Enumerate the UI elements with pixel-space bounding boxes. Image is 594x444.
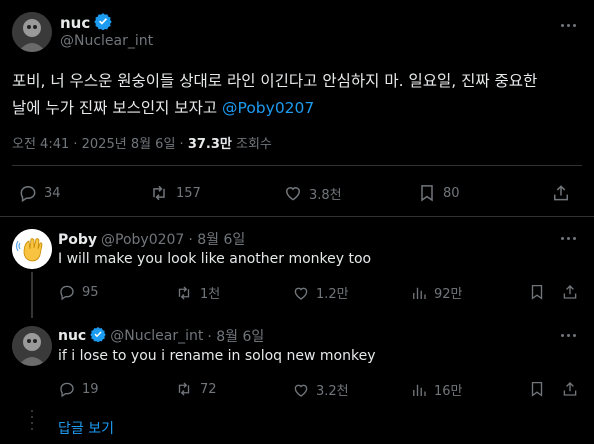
retweet-button[interactable]: 157 bbox=[148, 183, 201, 203]
like-count: 3.8천 bbox=[309, 187, 342, 203]
share-icon bbox=[551, 183, 571, 203]
bookmark-button[interactable] bbox=[528, 283, 546, 301]
bookmark-icon bbox=[528, 283, 546, 301]
heart-icon bbox=[283, 183, 303, 203]
retweet-icon bbox=[174, 380, 194, 398]
like-count: 3.2천 bbox=[316, 384, 349, 399]
reply-icon bbox=[18, 183, 38, 203]
tweet-text-line-2: 날에 누가 진짜 보스인지 보자고 @Poby0207 bbox=[12, 95, 588, 122]
reply-header: Poby @Poby0207 · 8월 6일 bbox=[58, 229, 245, 249]
avatar-image bbox=[12, 12, 52, 52]
retweet-count: 157 bbox=[176, 185, 201, 201]
bookmark-button[interactable]: 80 bbox=[417, 183, 460, 203]
views-button[interactable]: 16만 bbox=[410, 380, 463, 399]
reply-author-name[interactable]: Poby bbox=[58, 232, 97, 248]
thread-line bbox=[31, 272, 33, 318]
retweet-button[interactable]: 1천 bbox=[174, 283, 220, 302]
like-button[interactable]: 3.2천 bbox=[292, 380, 349, 399]
reply-button[interactable]: 34 bbox=[18, 183, 61, 203]
reply-count: 95 bbox=[82, 284, 99, 300]
analytics-icon bbox=[410, 381, 428, 399]
tweet-text: 포비, 너 우스운 원숭이들 상대로 라인 이긴다고 안심하지 마. 일요일, … bbox=[12, 68, 588, 122]
author-name-row[interactable]: nuc bbox=[60, 12, 112, 34]
views-count: 92만 bbox=[434, 287, 463, 302]
more-options-icon[interactable] bbox=[561, 24, 576, 27]
reply-avatar[interactable] bbox=[12, 229, 52, 269]
reply-header: nuc @Nuclear_int · 8월 6일 bbox=[58, 326, 264, 346]
more-options-icon[interactable] bbox=[561, 334, 576, 337]
tweet-text-line-2-body: 날에 누가 진짜 보스인지 보자고 bbox=[12, 99, 223, 117]
bookmark-button[interactable] bbox=[528, 380, 546, 398]
share-icon bbox=[561, 283, 579, 301]
reply-icon bbox=[58, 283, 76, 301]
retweet-icon bbox=[148, 183, 170, 203]
share-button[interactable] bbox=[551, 183, 571, 203]
retweet-button[interactable]: 72 bbox=[174, 380, 217, 398]
reply-count: 19 bbox=[82, 381, 99, 397]
heart-icon bbox=[292, 284, 310, 302]
views-count: 16만 bbox=[434, 384, 463, 399]
views-label: 조회수 bbox=[231, 137, 272, 152]
mention-link[interactable]: @Poby0207 bbox=[222, 99, 314, 117]
reply-text: I will make you look like another monkey… bbox=[58, 251, 372, 267]
divider bbox=[0, 216, 594, 217]
retweet-count: 1천 bbox=[200, 287, 221, 302]
author-avatar[interactable] bbox=[12, 12, 52, 52]
like-button[interactable]: 3.8천 bbox=[283, 183, 342, 203]
tweet-time[interactable]: 오전 4:41 · 2025년 8월 6일 · bbox=[12, 137, 188, 152]
waving-hand-icon bbox=[12, 229, 52, 269]
author-name[interactable]: nuc bbox=[60, 14, 90, 32]
share-button[interactable] bbox=[561, 380, 579, 398]
reply-text: if i lose to you i rename in soloq new m… bbox=[58, 348, 376, 364]
like-count: 1.2만 bbox=[316, 287, 349, 302]
bookmark-count: 80 bbox=[443, 185, 460, 201]
reply-author-name[interactable]: nuc bbox=[58, 328, 86, 344]
tweet-timestamp: 오전 4:41 · 2025년 8월 6일 · 37.3만 조회수 bbox=[12, 133, 272, 152]
reply-button[interactable]: 19 bbox=[58, 380, 99, 398]
author-handle[interactable]: @Nuclear_int bbox=[60, 33, 153, 49]
reply-icon bbox=[58, 380, 76, 398]
retweet-icon bbox=[174, 284, 194, 302]
retweet-count: 72 bbox=[200, 381, 217, 397]
reply-count: 34 bbox=[44, 185, 61, 201]
reply-author-handle[interactable]: @Poby0207 bbox=[101, 232, 184, 248]
views-button[interactable]: 92만 bbox=[410, 283, 463, 302]
bookmark-icon bbox=[417, 183, 437, 203]
reply-date[interactable]: · 8월 6일 bbox=[207, 326, 264, 346]
reply-date[interactable]: · 8월 6일 bbox=[188, 229, 245, 249]
heart-icon bbox=[292, 381, 310, 399]
thread-dots bbox=[31, 410, 33, 430]
reply-button[interactable]: 95 bbox=[58, 283, 99, 301]
more-options-icon[interactable] bbox=[561, 237, 576, 240]
analytics-icon bbox=[410, 284, 428, 302]
share-button[interactable] bbox=[561, 283, 579, 301]
divider bbox=[12, 165, 582, 166]
reply-avatar[interactable] bbox=[12, 326, 52, 366]
share-icon bbox=[561, 380, 579, 398]
show-replies-link[interactable]: 답글 보기 bbox=[58, 418, 114, 438]
like-button[interactable]: 1.2만 bbox=[292, 283, 349, 302]
verified-badge-icon bbox=[94, 12, 112, 34]
reply-author-handle[interactable]: @Nuclear_int bbox=[110, 328, 203, 344]
tweet-text-line-1: 포비, 너 우스운 원숭이들 상대로 라인 이긴다고 안심하지 마. 일요일, … bbox=[12, 72, 538, 90]
verified-badge-icon bbox=[90, 326, 106, 346]
avatar-image bbox=[12, 326, 52, 366]
views-count: 37.3만 bbox=[187, 137, 232, 152]
bookmark-icon bbox=[528, 380, 546, 398]
